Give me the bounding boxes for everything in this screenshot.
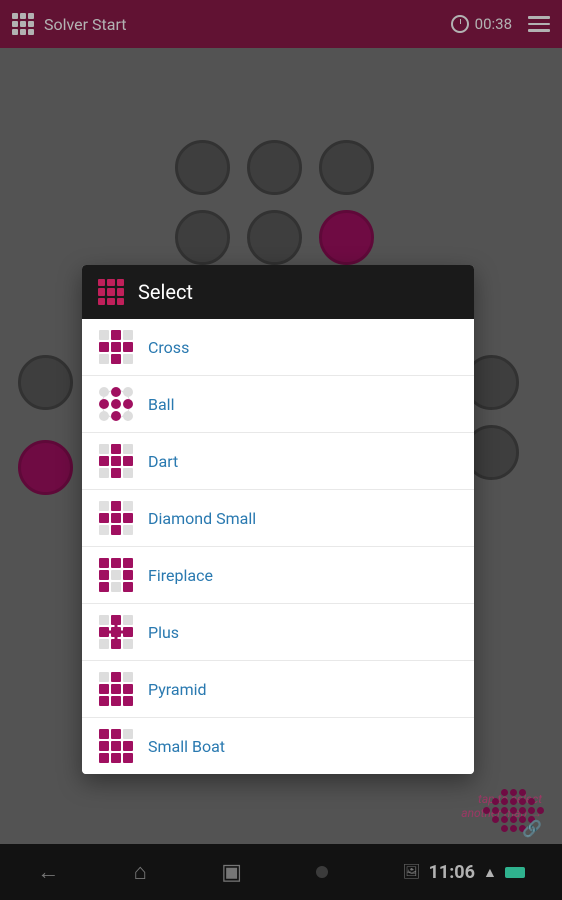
list-item-plus[interactable]: Plus <box>82 604 474 661</box>
dart-icon <box>98 443 134 479</box>
plus-icon <box>98 614 134 650</box>
list-item-diamond-small[interactable]: Diamond Small <box>82 490 474 547</box>
list-item-pyramid[interactable]: Pyramid <box>82 661 474 718</box>
ball-label: Ball <box>148 395 174 414</box>
list-item-cross[interactable]: Cross <box>82 319 474 376</box>
list-item-ball[interactable]: Ball <box>82 376 474 433</box>
plus-label: Plus <box>148 623 179 642</box>
select-dialog: Select Cross <box>82 265 474 774</box>
fireplace-icon <box>98 557 134 593</box>
small-boat-icon <box>98 728 134 764</box>
diamond-small-icon <box>98 500 134 536</box>
dialog-list: Cross Ball <box>82 319 474 774</box>
fireplace-label: Fireplace <box>148 566 213 585</box>
dart-label: Dart <box>148 452 178 471</box>
cross-label: Cross <box>148 338 189 357</box>
dialog-icon <box>98 279 124 305</box>
list-item-fireplace[interactable]: Fireplace <box>82 547 474 604</box>
list-item-dart[interactable]: Dart <box>82 433 474 490</box>
pyramid-label: Pyramid <box>148 680 207 699</box>
list-item-small-boat[interactable]: Small Boat <box>82 718 474 774</box>
dialog-title: Select <box>138 280 193 304</box>
dialog-header: Select <box>82 265 474 319</box>
diamond-small-label: Diamond Small <box>148 509 256 528</box>
small-boat-label: Small Boat <box>148 737 225 756</box>
cross-icon <box>98 329 134 365</box>
ball-icon <box>98 386 134 422</box>
pyramid-icon <box>98 671 134 707</box>
